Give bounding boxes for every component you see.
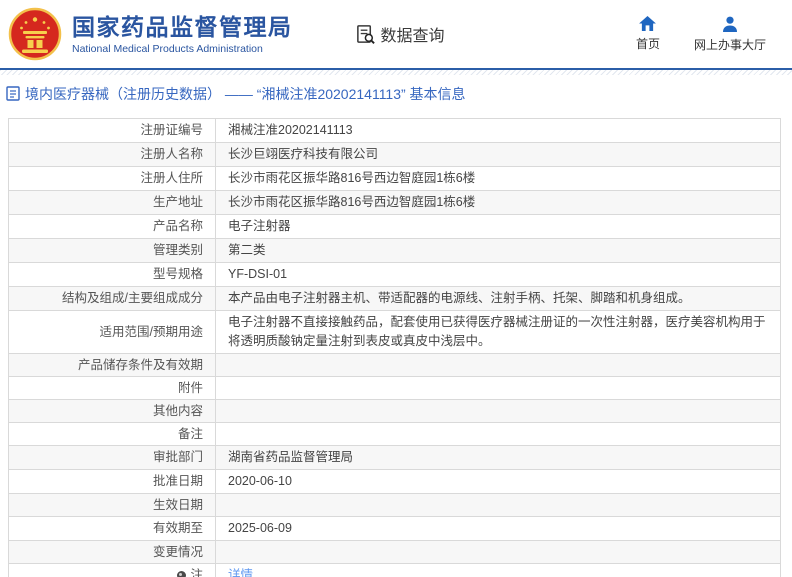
field-value: 电子注射器 (228, 219, 291, 233)
user-icon (722, 16, 737, 32)
details-link[interactable]: 详情 (228, 566, 253, 577)
header-nav: 首页 网上办事大厅 (635, 15, 776, 53)
field-value: 湘械注准20202141113 (228, 123, 353, 137)
table-row: 产品名称 电子注射器 (8, 215, 781, 239)
note-icon (177, 571, 187, 577)
field-label: 型号规格 (9, 263, 216, 286)
field-value (216, 400, 780, 422)
field-label: 结构及组成/主要组成成分 (9, 287, 216, 310)
table-row: 附件 (8, 377, 781, 400)
logo: 国家药品监督管理局 National Medical Products Admi… (72, 14, 293, 55)
document-search-icon (356, 24, 375, 44)
table-row: 管理类别 第二类 (8, 239, 781, 263)
table-row: 有效期至 2025-06-09 (8, 517, 781, 541)
field-label: 生产地址 (9, 191, 216, 214)
field-value (216, 423, 780, 445)
field-label: 变更情况 (9, 541, 216, 563)
table-row: 结构及组成/主要组成成分 本产品由电子注射器主机、带适配器的电源线、注射手柄、托架… (8, 287, 781, 311)
field-value: 湖南省药品监督管理局 (228, 450, 354, 464)
page-title-text: 境内医疗器械（注册历史数据） —— “湘械注准20202141113” 基本信息 (25, 85, 466, 102)
field-label: 注册人名称 (9, 143, 216, 166)
page-title: 境内医疗器械（注册历史数据） —— “湘械注准20202141113” 基本信息 (0, 75, 792, 112)
nav-item-home[interactable]: 首页 (635, 15, 660, 53)
table-row: 生效日期 (8, 494, 781, 517)
data-query-section[interactable]: 数据查询 (355, 22, 445, 46)
field-value: 电子注射器不直接接触药品，配套使用已获得医疗器械注册证的一次性注射器，医疗美容机… (228, 315, 766, 348)
field-label: 注 (9, 564, 216, 577)
field-value: 长沙巨翊医疗科技有限公司 (228, 147, 379, 161)
field-value: 本产品由电子注射器主机、带适配器的电源线、注射手柄、托架、脚踏和机身组成。 (228, 291, 691, 305)
nav-service-hall-label: 网上办事大厅 (693, 37, 766, 52)
field-value (216, 541, 780, 563)
field-label: 批准日期 (9, 470, 216, 493)
field-label: 产品名称 (9, 215, 216, 238)
field-value: 长沙市雨花区振华路816号西边智庭园1栋6楼 (228, 171, 476, 185)
field-label: 注册证编号 (9, 119, 216, 142)
field-label: 产品储存条件及有效期 (9, 354, 216, 376)
field-value: 2025-06-09 (228, 521, 292, 535)
table-row: 注册人住所 长沙市雨花区振华路816号西边智庭园1栋6楼 (8, 167, 781, 191)
field-label: 适用范围/预期用途 (9, 311, 216, 353)
table-row: 注 详情 (8, 564, 781, 577)
field-value: YF-DSI-01 (228, 267, 288, 281)
agency-subtitle: National Medical Products Administration (72, 42, 263, 55)
table-row: 型号规格 YF-DSI-01 (8, 263, 781, 287)
table-row: 其他内容 (8, 400, 781, 423)
field-label: 备注 (9, 423, 216, 445)
header: 国家药品监督管理局 National Medical Products Admi… (0, 0, 792, 70)
info-table: 注册证编号 湘械注准20202141113 注册人名称 长沙巨翊医疗科技有限公司 注册人… (8, 118, 781, 577)
field-value: 第二类 (228, 243, 266, 257)
table-row: 备注 (8, 423, 781, 446)
nav-item-service-hall[interactable]: 网上办事大厅 (694, 16, 766, 53)
field-label: 生效日期 (9, 494, 216, 516)
field-label: 管理类别 (9, 239, 216, 262)
agency-title: 国家药品监督管理局 (72, 13, 293, 40)
field-value: 2020-06-10 (228, 474, 292, 488)
table-row: 生产地址 长沙市雨花区振华路816号西边智庭园1栋6楼 (8, 191, 781, 215)
field-value (216, 354, 780, 376)
nav-home-label: 首页 (635, 36, 660, 51)
national-emblem-icon (8, 7, 62, 61)
table-row: 产品储存条件及有效期 (8, 354, 781, 377)
document-icon (6, 86, 20, 101)
field-label: 有效期至 (9, 517, 216, 540)
table-row: 变更情况 (8, 541, 781, 564)
field-label: 其他内容 (9, 400, 216, 422)
table-row: 适用范围/预期用途 电子注射器不直接接触药品，配套使用已获得医疗器械注册证的一次性… (8, 311, 781, 354)
field-value: 长沙市雨花区振华路816号西边智庭园1栋6楼 (228, 195, 476, 209)
field-label: 附件 (9, 377, 216, 399)
field-label: 注册人住所 (9, 167, 216, 190)
home-icon (639, 15, 657, 31)
table-row: 批准日期 2020-06-10 (8, 470, 781, 494)
field-value: 详情 (216, 564, 780, 577)
field-value (216, 377, 780, 399)
table-row: 注册人名称 长沙巨翊医疗科技有限公司 (8, 143, 781, 167)
table-row: 注册证编号 湘械注准20202141113 (8, 119, 781, 143)
field-value (216, 494, 780, 516)
data-query-label: 数据查询 (380, 28, 445, 45)
table-row: 审批部门 湖南省药品监督管理局 (8, 446, 781, 470)
field-label: 审批部门 (9, 446, 216, 469)
